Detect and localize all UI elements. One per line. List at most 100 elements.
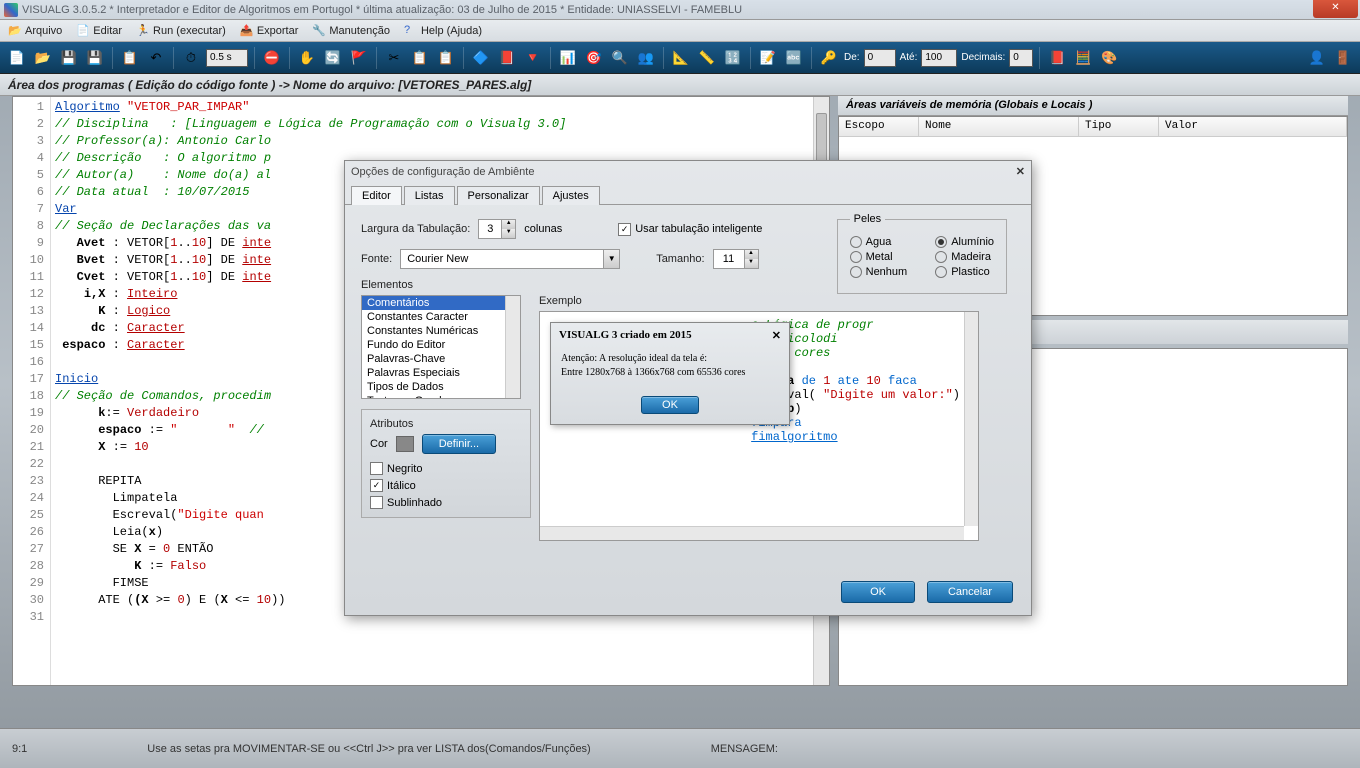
elemento-item[interactable]: Texto em Geral xyxy=(362,394,520,399)
de-input[interactable] xyxy=(864,49,896,67)
tool-button-d[interactable]: 📊 xyxy=(557,47,579,69)
tab-personalizar[interactable]: Personalizar xyxy=(457,186,540,205)
negrito-checkbox[interactable]: Negrito xyxy=(370,462,522,475)
area-header: Área dos programas ( Edição do código fo… xyxy=(0,74,1360,96)
msgbox-ok-button[interactable]: OK xyxy=(641,396,699,414)
tool-button-g[interactable]: 👥 xyxy=(635,47,657,69)
vars-col-nome[interactable]: Nome xyxy=(919,117,1079,136)
menu-editar[interactable]: 📄Editar xyxy=(72,22,126,40)
open-file-button[interactable]: 📂 xyxy=(32,47,54,69)
flag-button[interactable]: 🚩 xyxy=(348,47,370,69)
pele-metal[interactable]: Metal xyxy=(850,251,908,263)
msgbox-close-button[interactable]: ✕ xyxy=(772,329,781,342)
sublinhado-checkbox[interactable]: Sublinhado xyxy=(370,496,522,509)
vars-col-escopo[interactable]: Escopo xyxy=(839,117,919,136)
dialog-ok-button[interactable]: OK xyxy=(841,581,915,603)
statusbar: 9:1 Use as setas pra MOVIMENTAR-SE ou <<… xyxy=(0,728,1360,768)
file-open-icon: 📂 xyxy=(8,24,22,38)
pele-agua[interactable]: Agua xyxy=(850,236,908,248)
tab-listas[interactable]: Listas xyxy=(404,186,455,205)
run-icon: 🏃 xyxy=(136,24,150,38)
app-icon xyxy=(4,3,18,17)
tool-button-user[interactable]: 👤 xyxy=(1306,47,1328,69)
tool-button-e[interactable]: 🎯 xyxy=(583,47,605,69)
definir-button[interactable]: Definir... xyxy=(422,434,496,454)
elemento-item[interactable]: Comentários xyxy=(362,296,520,310)
tab-editor[interactable]: Editor xyxy=(351,186,402,205)
timer-icon[interactable]: ⏱ xyxy=(180,47,202,69)
pele-plastico[interactable]: Plastico xyxy=(935,266,994,278)
italico-checkbox[interactable]: ✓Itálico xyxy=(370,479,522,492)
tool-button-c[interactable]: 🔻 xyxy=(522,47,544,69)
new-file-button[interactable]: 📄 xyxy=(6,47,28,69)
menu-run[interactable]: 🏃Run (executar) xyxy=(132,22,230,40)
menu-exportar[interactable]: 📤Exportar xyxy=(236,22,303,40)
status-hint: Use as setas pra MOVIMENTAR-SE ou <<Ctrl… xyxy=(147,743,590,755)
tab-ajustes[interactable]: Ajustes xyxy=(542,186,600,205)
status-message: MENSAGEM: xyxy=(711,743,778,755)
window-titlebar: VISUALG 3.0.5.2 * Interpretador e Editor… xyxy=(0,0,1360,20)
tool-button-p[interactable]: 🎨 xyxy=(1098,47,1120,69)
smart-tab-checkbox[interactable]: ✓Usar tabulação inteligente xyxy=(618,223,762,236)
elementos-label: Elementos xyxy=(361,279,531,291)
refresh-button[interactable]: 🔄 xyxy=(322,47,344,69)
pele-nenhum[interactable]: Nenhum xyxy=(850,266,908,278)
elemento-item[interactable]: Tipos de Dados xyxy=(362,380,520,394)
tool-button-m[interactable]: 🔑 xyxy=(818,47,840,69)
menu-help[interactable]: ?Help (Ajuda) xyxy=(400,22,486,40)
tool-button-j[interactable]: 🔢 xyxy=(722,47,744,69)
edit-icon: 📄 xyxy=(76,24,90,38)
ate-input[interactable] xyxy=(921,49,957,67)
msgbox-line2: Entre 1280x768 à 1366x768 com 65536 core… xyxy=(561,366,779,380)
vars-title: Áreas variáveis de memória (Globais e Lo… xyxy=(838,96,1348,116)
copy-button[interactable]: 📋 xyxy=(409,47,431,69)
elemento-item[interactable]: Palavras Especiais xyxy=(362,366,520,380)
tool-button-exit[interactable]: 🚪 xyxy=(1332,47,1354,69)
elemento-item[interactable]: Constantes Caracter xyxy=(362,310,520,324)
vars-col-tipo[interactable]: Tipo xyxy=(1079,117,1159,136)
pele-alumínio[interactable]: Alumínio xyxy=(935,236,994,248)
tool-button-i[interactable]: 📏 xyxy=(696,47,718,69)
undo-button[interactable]: ↶ xyxy=(145,47,167,69)
elemento-item[interactable]: Palavras-Chave xyxy=(362,352,520,366)
pele-madeira[interactable]: Madeira xyxy=(935,251,994,263)
hand-button[interactable]: ✋ xyxy=(296,47,318,69)
tool-button-a[interactable]: 🔷 xyxy=(470,47,492,69)
tool-button-f[interactable]: 🔍 xyxy=(609,47,631,69)
font-combo[interactable]: Courier New▼ xyxy=(400,249,620,269)
vars-col-valor[interactable]: Valor xyxy=(1159,117,1347,136)
tool-button-n[interactable]: 📕 xyxy=(1046,47,1068,69)
save-button[interactable]: 💾 xyxy=(58,47,80,69)
size-spinner[interactable]: ▲▼ xyxy=(713,249,759,269)
tool-button-o[interactable]: 🧮 xyxy=(1072,47,1094,69)
elementos-listbox[interactable]: ComentáriosConstantes CaracterConstantes… xyxy=(361,295,521,399)
de-label: De: xyxy=(844,52,860,63)
speed-input[interactable] xyxy=(206,49,248,67)
example-vscroll[interactable] xyxy=(964,312,978,526)
window-close-button[interactable]: ✕ xyxy=(1313,0,1358,18)
elemento-item[interactable]: Fundo do Editor xyxy=(362,338,520,352)
elemento-item[interactable]: Constantes Numéricas xyxy=(362,324,520,338)
decimais-input[interactable] xyxy=(1009,49,1033,67)
paste-button[interactable]: 📋 xyxy=(435,47,457,69)
tool-button-h[interactable]: 📐 xyxy=(670,47,692,69)
cor-label: Cor xyxy=(370,438,388,450)
tool-button-l[interactable]: 🔤 xyxy=(783,47,805,69)
listbox-scrollbar[interactable] xyxy=(505,296,520,398)
dialog-title: Opções de configuração de Ambiênte xyxy=(345,161,1031,183)
line-gutter: 1234567891011121314151617181920212223242… xyxy=(13,97,51,685)
example-hscroll[interactable] xyxy=(540,526,964,540)
save-as-button[interactable]: 💾 xyxy=(84,47,106,69)
tool-button-b[interactable]: 📕 xyxy=(496,47,518,69)
cut-button[interactable]: ✂ xyxy=(383,47,405,69)
dialog-tabs: EditorListasPersonalizarAjustes xyxy=(345,183,1031,205)
menu-arquivo[interactable]: 📂Arquivo xyxy=(4,22,66,40)
print-button[interactable]: 📋 xyxy=(119,47,141,69)
dialog-close-button[interactable]: ✕ xyxy=(1016,165,1025,178)
decimais-label: Decimais: xyxy=(961,52,1005,63)
tab-width-spinner[interactable]: ▲▼ xyxy=(478,219,516,239)
stop-button[interactable]: ⛔ xyxy=(261,47,283,69)
dialog-cancel-button[interactable]: Cancelar xyxy=(927,581,1013,603)
tool-button-k[interactable]: 📝 xyxy=(757,47,779,69)
menu-manutencao[interactable]: 🔧Manutenção xyxy=(308,22,394,40)
